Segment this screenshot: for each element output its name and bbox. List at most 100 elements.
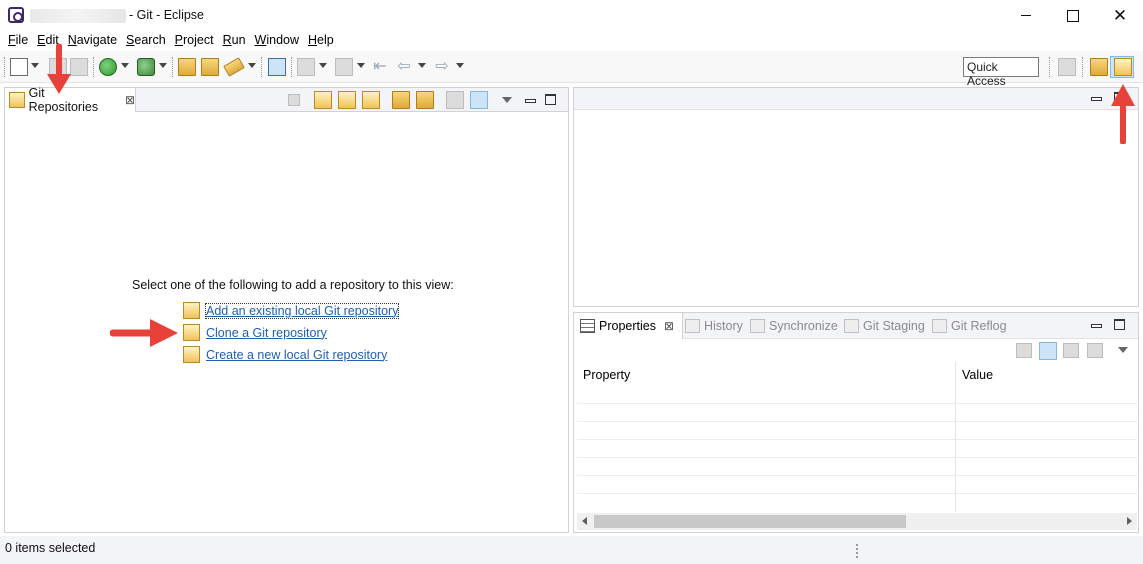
menu-file[interactable]: File (4, 31, 32, 51)
table-row (577, 403, 1137, 404)
link-with-editor-icon[interactable] (470, 91, 488, 109)
restore-default-icon[interactable] (1087, 343, 1103, 358)
menu-run-label: un (231, 33, 246, 47)
quick-access-field[interactable]: Quick Access (963, 57, 1039, 88)
link-with-selection-icon[interactable] (416, 91, 434, 109)
open-folder-icon[interactable] (201, 58, 219, 76)
refresh-icon[interactable] (392, 91, 410, 109)
git-perspective-button[interactable] (1110, 56, 1134, 78)
view-menu-icon[interactable] (1118, 347, 1128, 353)
back-arrow-icon[interactable]: ⇦ (395, 58, 413, 76)
close-window-button[interactable]: ✕ (1097, 0, 1143, 31)
toolbar-separator (1082, 57, 1083, 77)
value-column-header[interactable]: Value (956, 362, 993, 402)
add-repository-icon[interactable] (314, 91, 332, 109)
tab-properties[interactable]: Properties ⊠ (574, 313, 684, 339)
menu-navigate-label: avigate (76, 33, 118, 47)
minimize-view-icon[interactable] (1090, 319, 1102, 331)
menu-help[interactable]: Help (304, 31, 338, 51)
add-repository-prompt: Select one of the following to add a rep… (132, 278, 454, 292)
maximize-button[interactable] (1050, 0, 1096, 31)
status-bar-grip (856, 544, 859, 558)
create-repository-icon[interactable] (362, 91, 380, 109)
console-icon[interactable] (268, 58, 286, 76)
tab-history-label: History (704, 319, 743, 333)
new-dropdown-arrow[interactable] (31, 63, 39, 68)
create-repository-label[interactable]: Create a new local Git repository (206, 348, 387, 362)
scroll-right-icon[interactable] (1127, 517, 1132, 525)
menu-file-mnemonic: F (8, 33, 16, 47)
next-annotation-dropdown[interactable] (319, 63, 327, 68)
run-icon[interactable] (137, 58, 155, 76)
show-categories-icon[interactable] (1039, 342, 1057, 360)
menu-project-label: roject (183, 33, 214, 47)
last-edit-location-icon[interactable]: ⇤ (371, 58, 389, 76)
create-repository-link[interactable]: Create a new local Git repository (183, 346, 387, 363)
properties-toolbar (574, 339, 1138, 361)
property-column-header[interactable]: Property (577, 362, 630, 402)
table-row (577, 421, 1137, 422)
show-advanced-icon[interactable] (1063, 343, 1079, 358)
run-dropdown-arrow[interactable] (121, 63, 129, 68)
menu-window-mnemonic: W (254, 33, 267, 47)
horizontal-scrollbar[interactable] (577, 513, 1137, 530)
pin-icon[interactable] (223, 57, 245, 77)
pin-to-selection-icon[interactable] (1016, 343, 1032, 358)
status-text: 0 items selected (5, 541, 96, 555)
debug-run-icon[interactable] (99, 58, 117, 76)
minimize-button[interactable] (1003, 0, 1049, 31)
create-repository-icon (183, 346, 200, 363)
menu-bar: File Edit Navigate Search Project Run Wi… (0, 31, 1143, 51)
toolbar-separator (93, 57, 94, 77)
scroll-left-icon[interactable] (582, 517, 587, 525)
add-existing-repository-label[interactable]: Add an existing local Git repository (204, 302, 400, 319)
forward-arrow-icon[interactable]: ⇨ (433, 58, 451, 76)
properties-view: Properties ⊠ History Synchronize Git Sta… (573, 312, 1139, 533)
table-row (577, 475, 1137, 476)
add-existing-repository-link[interactable]: Add an existing local Git repository (183, 302, 400, 319)
git-repositories-icon (9, 92, 25, 108)
open-perspective-icon[interactable] (1058, 58, 1076, 76)
open-type-icon[interactable] (178, 58, 196, 76)
menu-project[interactable]: Project (171, 31, 218, 51)
new-wizard-icon[interactable] (10, 58, 28, 76)
clone-repository-label[interactable]: Clone a Git repository (206, 326, 327, 340)
hierarchical-layout-icon[interactable] (446, 91, 464, 109)
tab-git-staging[interactable]: Git Staging (844, 313, 925, 339)
clone-repository-link[interactable]: Clone a Git repository (183, 324, 327, 341)
menu-run[interactable]: Run (219, 31, 250, 51)
tab-close-icon[interactable]: ⊠ (125, 93, 135, 107)
collapse-all-icon[interactable] (288, 94, 300, 106)
menu-project-mnemonic: P (174, 33, 184, 47)
menu-window[interactable]: Window (251, 31, 303, 51)
column-divider[interactable] (955, 362, 956, 512)
forward-dropdown-arrow[interactable] (456, 63, 464, 68)
next-annotation-icon[interactable] (297, 58, 315, 76)
tab-git-staging-label: Git Staging (863, 319, 925, 333)
menu-window-label: indow (266, 33, 300, 47)
tab-history[interactable]: History (685, 313, 743, 339)
main-toolbar: ⇤ ⇦ ⇨ Quick Access (0, 51, 1143, 88)
status-bar: 0 items selected (0, 536, 1143, 564)
maximize-view-icon[interactable] (1114, 319, 1125, 330)
java-perspective-icon[interactable] (1090, 58, 1108, 76)
git-repositories-view-header: Git Repositories ⊠ (5, 86, 568, 114)
tab-close-icon[interactable]: ⊠ (664, 319, 674, 333)
scrollbar-thumb[interactable] (594, 515, 906, 528)
clone-repository-icon (183, 324, 200, 341)
tab-git-reflog-label: Git Reflog (951, 319, 1007, 333)
minimize-view-icon[interactable] (524, 94, 536, 106)
minimize-view-icon[interactable] (1090, 92, 1102, 104)
pin-dropdown-arrow[interactable] (248, 63, 256, 68)
debug-dropdown-arrow[interactable] (159, 63, 167, 68)
maximize-view-icon[interactable] (545, 94, 556, 105)
clone-repository-icon[interactable] (338, 91, 356, 109)
annotation-arrow-down-icon (47, 44, 71, 94)
previous-annotation-icon[interactable] (335, 58, 353, 76)
tab-git-reflog[interactable]: Git Reflog (932, 313, 1007, 339)
tab-synchronize[interactable]: Synchronize (750, 313, 838, 339)
view-menu-icon[interactable] (502, 97, 512, 103)
menu-search[interactable]: Search (122, 31, 170, 51)
back-dropdown-arrow[interactable] (418, 63, 426, 68)
previous-annotation-dropdown[interactable] (357, 63, 365, 68)
